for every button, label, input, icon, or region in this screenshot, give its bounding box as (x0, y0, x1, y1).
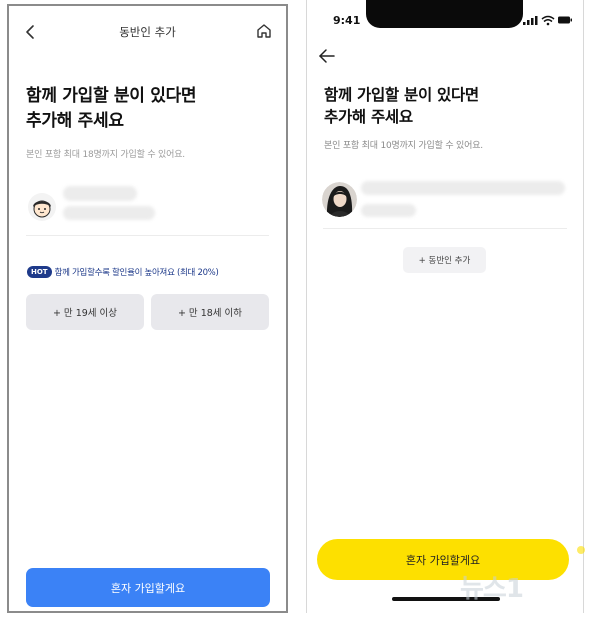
blurred-user-name (361, 181, 565, 195)
hot-badge: HOT (27, 266, 52, 278)
section-divider (323, 228, 567, 229)
section-divider (26, 235, 269, 236)
blurred-user-info (361, 204, 416, 217)
page-title: 동반인 추가 (119, 25, 176, 39)
headline-line-1: 함께 가입할 분이 있다면 (26, 86, 197, 106)
signal-icon (523, 16, 538, 25)
blurred-user-name (63, 186, 137, 201)
right-phone-screen: 9:41 함께 가입할 분이 있다면 추가해 주세요 본인 포함 최대 10명까… (306, 0, 584, 613)
blurred-user-info (63, 206, 155, 220)
status-bar-time: 9:41 (333, 14, 361, 27)
top-navigation-bar: 동반인 추가 (9, 6, 286, 58)
headline-line-2: 추가해 주세요 (26, 111, 124, 131)
discount-notice: HOT 함께 가입할수록 할인율이 높아져요 (최대 20%) (27, 265, 219, 279)
headline-line-2: 추가해 주세요 (324, 108, 413, 126)
add-adult-button[interactable]: + 만 19세 이상 (26, 294, 144, 330)
left-phone-screen: 동반인 추가 함께 가입할 분이 있다면 추가해 주세요 본인 포함 최대 18… (7, 4, 288, 613)
device-notch (366, 0, 523, 28)
home-indicator (392, 597, 500, 601)
discount-notice-text: 함께 가입할수록 할인율이 높아져요 (최대 20%) (54, 268, 219, 278)
add-companion-button[interactable]: + 동반인 추가 (403, 247, 486, 273)
battery-icon (558, 16, 572, 24)
status-bar-icons (523, 15, 572, 26)
member-limit-subtitle: 본인 포함 최대 18명까지 가입할 수 있어요. (26, 150, 185, 160)
headline-line-1: 함께 가입할 분이 있다면 (324, 86, 479, 104)
wifi-icon (541, 15, 555, 26)
edge-decoration (577, 546, 585, 554)
join-alone-button[interactable]: 혼자 가입할게요 (26, 568, 270, 607)
user-avatar-icon (28, 193, 56, 221)
add-minor-button[interactable]: + 만 18세 이하 (151, 294, 269, 330)
member-limit-subtitle: 본인 포함 최대 10명까지 가입할 수 있어요. (324, 141, 483, 151)
home-icon[interactable] (255, 22, 273, 40)
back-arrow-icon[interactable] (318, 48, 336, 64)
user-photo-avatar (322, 182, 357, 217)
join-alone-button[interactable]: 혼자 가입할게요 (317, 539, 569, 580)
